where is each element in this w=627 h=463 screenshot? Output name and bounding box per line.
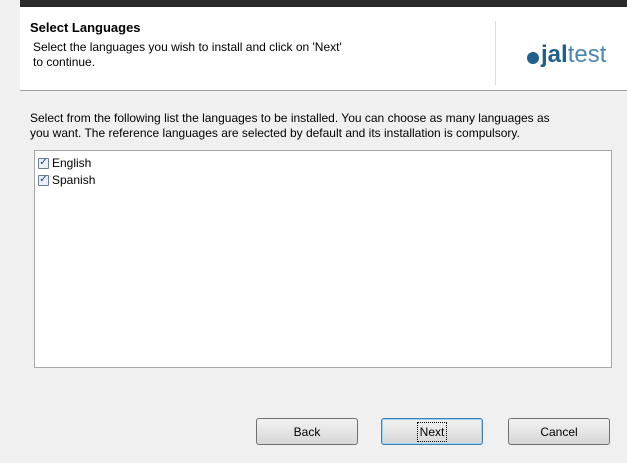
instructions-line2: you want. The reference languages are se… bbox=[30, 126, 520, 140]
logo-text-test: test bbox=[567, 41, 607, 68]
back-button-label: Back bbox=[293, 424, 321, 439]
header-divider bbox=[495, 21, 496, 85]
page-subtitle-line1: Select the languages you wish to install… bbox=[33, 40, 342, 54]
instructions-text: Select from the following list the langu… bbox=[30, 111, 620, 141]
logo-text-jal: jal bbox=[541, 41, 568, 68]
window-top-border bbox=[0, 0, 627, 7]
checkbox-checked-icon[interactable]: ✓ bbox=[38, 157, 49, 169]
next-button-label: Next bbox=[416, 421, 448, 442]
instructions-line1: Select from the following list the langu… bbox=[30, 111, 550, 125]
checkbox-checked-icon[interactable]: ✓ bbox=[38, 174, 49, 186]
language-item-english[interactable]: ✓ English bbox=[38, 155, 611, 171]
jaltest-logo: jal test bbox=[527, 40, 606, 70]
back-button[interactable]: Back bbox=[256, 418, 358, 445]
page-subtitle-line2: to continue. bbox=[33, 55, 96, 69]
wizard-header: Select Languages Select the languages yo… bbox=[20, 7, 627, 91]
languages-list[interactable]: ✓ English ✓ Spanish bbox=[34, 150, 612, 368]
cancel-button-label: Cancel bbox=[540, 424, 578, 439]
page-subtitle: Select the languages you wish to install… bbox=[33, 40, 393, 70]
language-item-spanish[interactable]: ✓ Spanish bbox=[38, 172, 611, 188]
window-left-border bbox=[0, 0, 20, 463]
language-label: Spanish bbox=[52, 173, 96, 187]
cancel-button[interactable]: Cancel bbox=[508, 418, 610, 445]
language-label: English bbox=[52, 156, 92, 170]
next-button[interactable]: Next bbox=[381, 418, 483, 445]
page-title: Select Languages bbox=[30, 20, 141, 35]
logo-dot-icon bbox=[527, 51, 539, 64]
